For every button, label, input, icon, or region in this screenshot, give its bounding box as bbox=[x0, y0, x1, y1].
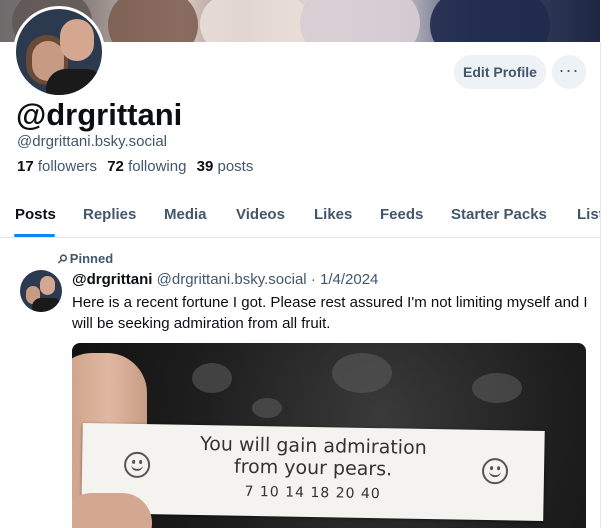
post-date[interactable]: 1/4/2024 bbox=[320, 271, 378, 288]
banner-photo-part bbox=[430, 0, 550, 42]
post-author-name[interactable]: @drgrittani bbox=[72, 271, 152, 288]
image-finger bbox=[72, 493, 152, 528]
image-texture bbox=[252, 398, 282, 418]
followers-count: 17 bbox=[17, 158, 34, 175]
following-count: 72 bbox=[107, 158, 124, 175]
ellipsis-icon: ··· bbox=[558, 60, 580, 80]
image-texture bbox=[472, 373, 522, 403]
followers-link[interactable]: 17 followers bbox=[17, 158, 97, 175]
followers-label: followers bbox=[37, 158, 98, 175]
tab-media[interactable]: Media bbox=[164, 206, 207, 223]
profile-display-name: @drgrittani bbox=[16, 97, 183, 132]
post-image[interactable]: You will gain admiration from your pears… bbox=[72, 343, 586, 528]
profile-tabs: Posts Replies Media Videos Likes Feeds S… bbox=[0, 196, 600, 238]
banner-photo-part bbox=[200, 0, 310, 42]
edit-profile-button[interactable]: Edit Profile bbox=[454, 55, 546, 89]
tab-feeds[interactable]: Feeds bbox=[380, 206, 423, 223]
tab-lists[interactable]: List bbox=[577, 206, 600, 223]
page-edge bbox=[600, 0, 612, 528]
tab-posts[interactable]: Posts bbox=[15, 206, 56, 223]
tab-replies[interactable]: Replies bbox=[83, 206, 136, 223]
pin-icon: ⚲ bbox=[54, 250, 71, 268]
more-options-button[interactable]: ··· bbox=[552, 55, 586, 89]
avatar-photo-part bbox=[60, 19, 94, 61]
pinned-label: Pinned bbox=[69, 251, 114, 266]
tab-videos[interactable]: Videos bbox=[236, 206, 285, 223]
image-texture bbox=[332, 353, 392, 393]
fortune-slip: You will gain admiration from your pears… bbox=[81, 422, 545, 522]
following-label: following bbox=[128, 158, 187, 175]
fortune-lucky-numbers: 7 10 14 18 20 40 bbox=[244, 483, 381, 503]
post-header: @drgrittani @drgrittani.bsky.social · 1/… bbox=[72, 271, 378, 288]
posts-label: posts bbox=[217, 158, 254, 175]
tab-likes[interactable]: Likes bbox=[314, 206, 352, 223]
content-border bbox=[600, 42, 601, 528]
avatar-photo-part bbox=[40, 276, 55, 295]
profile-stats: 17 followers 72 following 39 posts bbox=[17, 158, 253, 175]
avatar-photo-part bbox=[32, 298, 62, 312]
posts-count: 39 bbox=[196, 158, 214, 175]
tab-starter-packs[interactable]: Starter Packs bbox=[451, 206, 547, 223]
profile-handle: @drgrittani.bsky.social bbox=[17, 133, 167, 150]
profile-avatar[interactable] bbox=[13, 6, 105, 98]
banner-photo-part bbox=[300, 0, 420, 42]
pinned-indicator: ⚲Pinned bbox=[54, 251, 114, 267]
image-texture bbox=[192, 363, 232, 393]
post-author-handle[interactable]: @drgrittani.bsky.social bbox=[157, 271, 307, 288]
post-text: Here is a recent fortune I got. Please r… bbox=[72, 294, 588, 332]
banner-photo-part bbox=[108, 0, 198, 42]
post-author-avatar[interactable] bbox=[20, 270, 62, 312]
active-tab-indicator bbox=[14, 234, 55, 237]
post-meta-separator: · bbox=[310, 271, 316, 288]
following-link[interactable]: 72 following bbox=[107, 158, 186, 175]
avatar-photo-part bbox=[46, 69, 102, 95]
